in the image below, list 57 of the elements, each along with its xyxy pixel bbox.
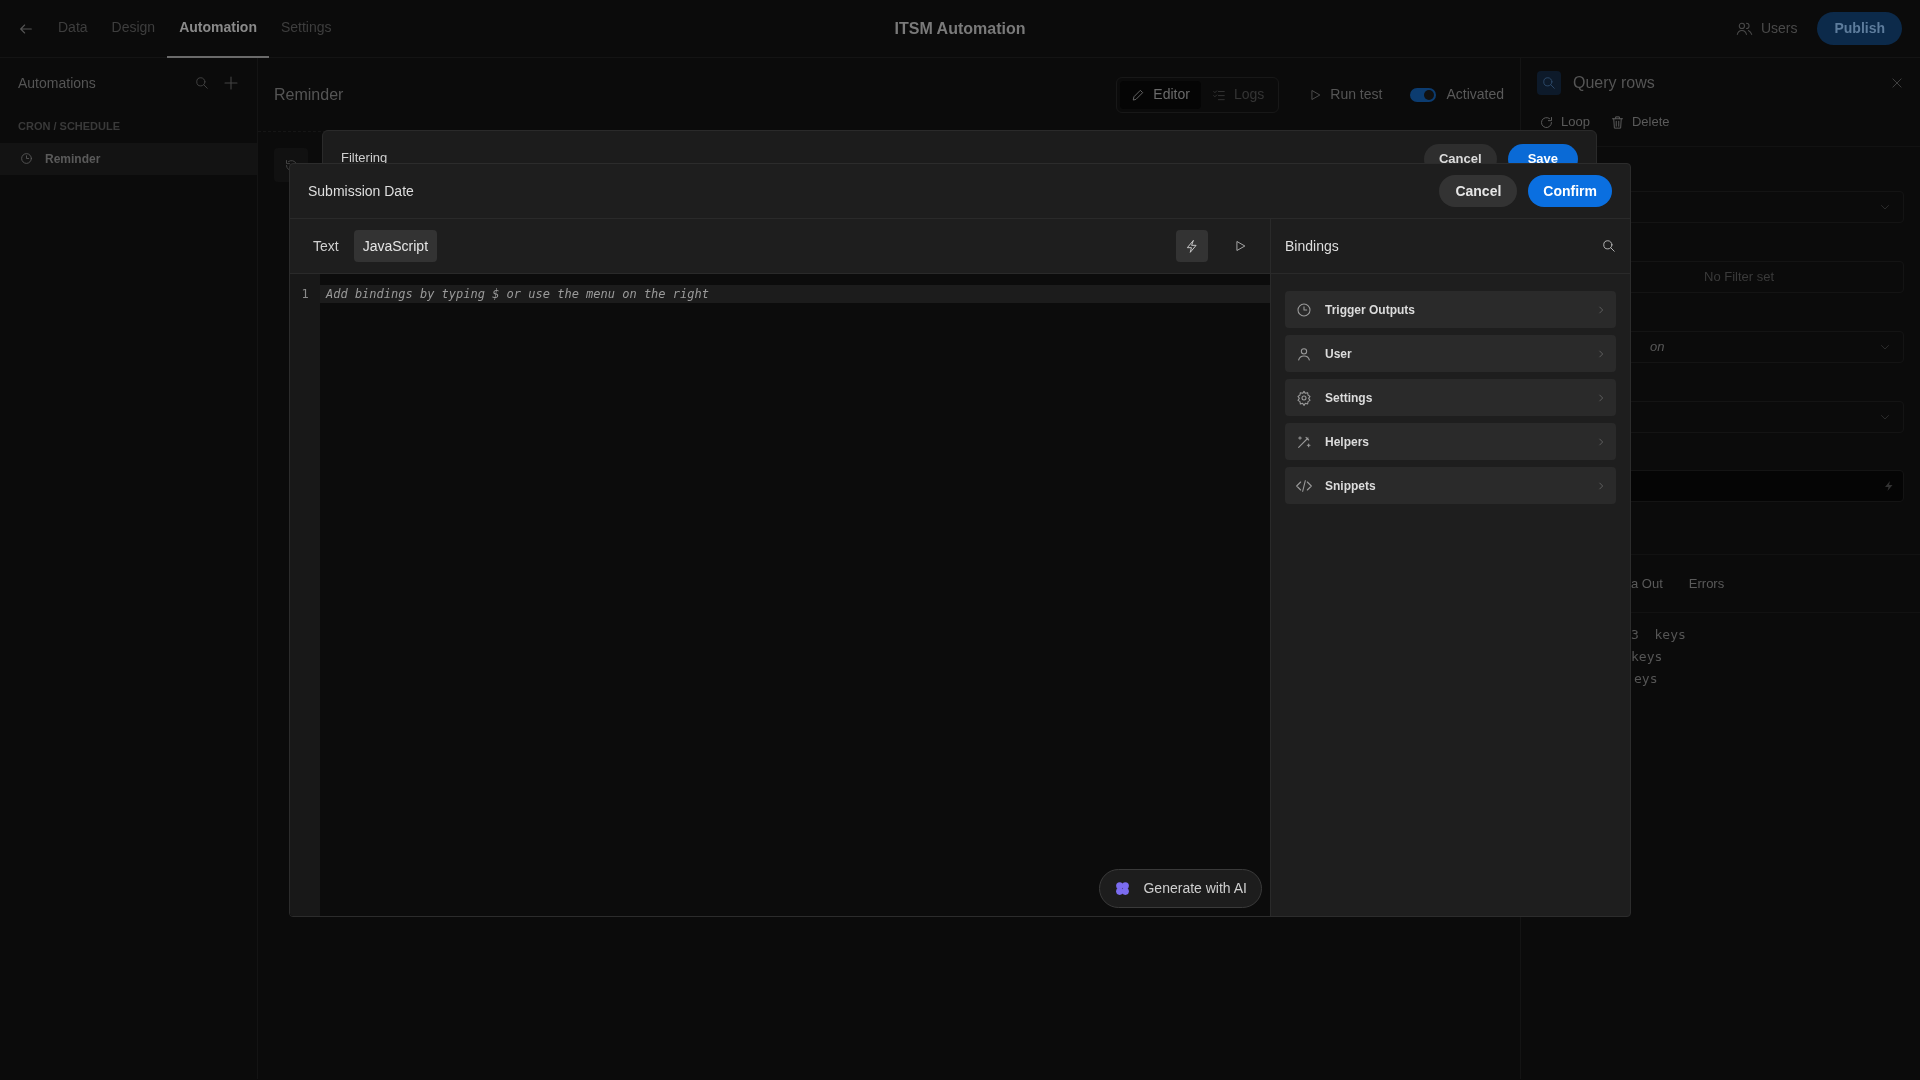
settings-icon (1296, 389, 1312, 406)
bindings-toggle-button[interactable] (1176, 230, 1208, 262)
binding-category[interactable]: Trigger Outputs (1285, 291, 1616, 328)
output-tab[interactable]: Errors (1688, 573, 1725, 594)
step-title: Query rows (1573, 73, 1655, 93)
loop-icon (1539, 114, 1554, 130)
binding-category[interactable]: Settings (1285, 379, 1616, 416)
line-number: 1 (300, 286, 310, 303)
pencil-icon (1131, 87, 1146, 102)
sidebar-title: Automations (18, 73, 96, 93)
binding-category[interactable]: Helpers (1285, 423, 1616, 460)
app-title: ITSM Automation (894, 18, 1026, 39)
binding-category[interactable]: User (1285, 335, 1616, 372)
lightning-icon[interactable] (1883, 479, 1895, 493)
magic-wand-icon (1296, 433, 1312, 450)
confirm-button[interactable]: Confirm (1528, 175, 1612, 207)
cancel-button[interactable]: Cancel (1439, 175, 1518, 207)
step-action[interactable]: Delete (1609, 112, 1670, 132)
generate-ai-button[interactable]: Generate with AI (1099, 869, 1262, 908)
chevron-right-icon (1596, 436, 1606, 447)
code-icon (1295, 477, 1313, 494)
view-tab[interactable]: Editor (1120, 80, 1201, 109)
output-line: 3 keys (1630, 626, 1687, 644)
add-icon[interactable] (223, 75, 239, 91)
mode-tab[interactable]: Text (304, 230, 348, 262)
dialog-title: Submission Date (308, 181, 414, 201)
clock-icon (20, 152, 33, 165)
nav-tab[interactable]: Automation (167, 0, 269, 58)
step-action[interactable]: Loop (1539, 112, 1590, 132)
chevron-right-icon (1596, 392, 1606, 403)
trash-icon (1609, 114, 1625, 130)
chevron-right-icon (1596, 348, 1606, 359)
activated-label: Activated (1446, 85, 1504, 104)
bindings-title: Bindings (1285, 236, 1339, 256)
users-button[interactable]: Users (1735, 18, 1798, 39)
output-line: keys (1630, 648, 1664, 666)
user-icon (1296, 345, 1312, 362)
clock-icon (1296, 301, 1312, 318)
activated-toggle[interactable] (1410, 87, 1437, 102)
chevron-right-icon (1596, 304, 1606, 315)
close-icon[interactable] (1890, 76, 1904, 90)
checklist-icon (1211, 87, 1226, 102)
automation-title: Reminder (274, 84, 344, 105)
search-icon[interactable] (1602, 239, 1616, 253)
publish-button[interactable]: Publish (1817, 12, 1902, 45)
dialog-title: Filtering (341, 149, 388, 167)
play-icon (1309, 87, 1323, 102)
mode-tab[interactable]: JavaScript (353, 230, 438, 262)
chevron-right-icon (1596, 480, 1606, 491)
lightning-icon (1185, 238, 1199, 254)
search-icon (1542, 76, 1556, 90)
binding-category[interactable]: Snippets (1285, 467, 1616, 504)
automation-item[interactable]: Reminder (0, 142, 257, 175)
users-icon (1735, 21, 1753, 36)
run-test-button[interactable]: Run test (1309, 84, 1383, 105)
output-tab[interactable]: a Out (1631, 573, 1663, 594)
output-line: eys (1633, 670, 1659, 688)
